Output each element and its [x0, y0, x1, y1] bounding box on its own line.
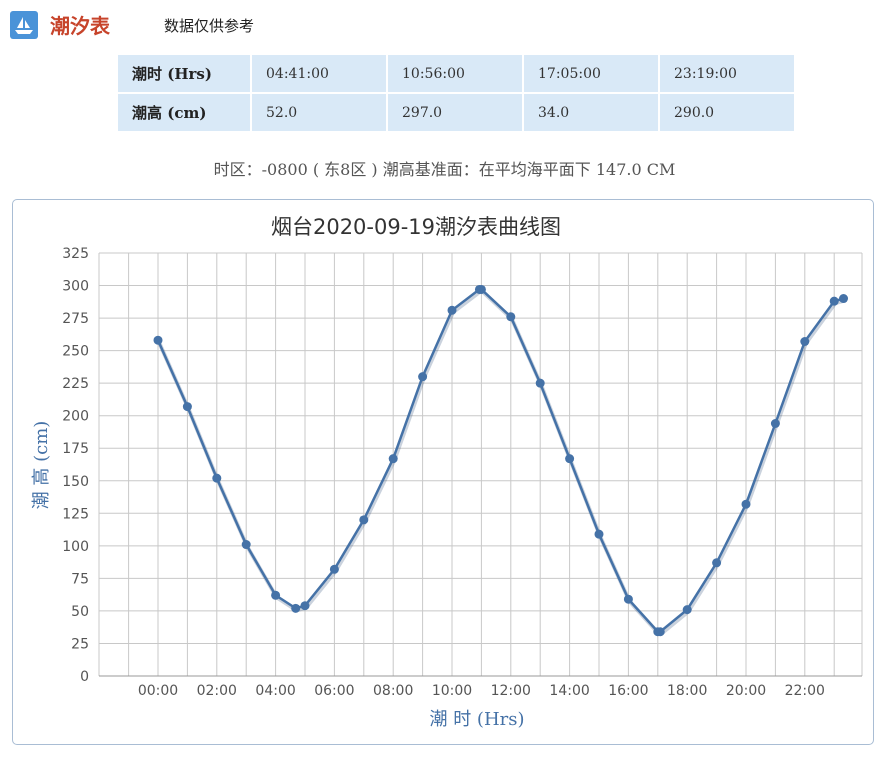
- data-point: [829, 296, 839, 306]
- data-point: [506, 312, 516, 322]
- data-point: [770, 419, 780, 429]
- data-point: [359, 515, 369, 525]
- series-line-shadow: [157, 289, 846, 636]
- data-point: [212, 473, 222, 483]
- data-point: [182, 402, 192, 412]
- x-tick-label: 02:00: [197, 683, 237, 699]
- data-point: [476, 284, 486, 294]
- y-tick-label: 0: [80, 669, 89, 685]
- y-tick-label: 50: [71, 604, 89, 620]
- x-tick-label: 00:00: [138, 683, 178, 699]
- data-point: [388, 454, 398, 464]
- data-point: [682, 605, 692, 615]
- data-point: [712, 558, 722, 568]
- x-tick-label: 20:00: [726, 683, 766, 699]
- x-tick-label: 14:00: [549, 683, 589, 699]
- y-tick-label: 200: [62, 409, 89, 425]
- x-tick-label: 06:00: [314, 683, 354, 699]
- y-tick-label: 125: [62, 506, 89, 522]
- data-point: [271, 590, 281, 600]
- y-tick-label: 225: [62, 376, 89, 392]
- y-tick-label: 300: [62, 279, 89, 295]
- x-tick-label: 22:00: [785, 683, 825, 699]
- data-point: [291, 603, 301, 613]
- y-tick-label: 25: [71, 636, 89, 652]
- chart-title: 烟台2020-09-19潮汐表曲线图: [271, 215, 561, 239]
- x-tick-label: 18:00: [667, 683, 707, 699]
- data-point: [839, 294, 849, 304]
- x-tick-label: 12:00: [491, 683, 531, 699]
- data-point: [535, 378, 545, 388]
- data-point: [594, 529, 604, 539]
- y-tick-label: 250: [62, 344, 89, 360]
- data-point: [741, 499, 751, 509]
- y-tick-label: 175: [62, 441, 89, 457]
- tide-chart: 0 25 50 75 100 125 150 175 200 225 250 275 300 325 00:…: [31, 215, 863, 730]
- data-point: [300, 601, 310, 611]
- data-point: [329, 564, 339, 574]
- y-tick-label: 325: [62, 246, 89, 262]
- x-tick-label: 04:00: [255, 683, 295, 699]
- data-point: [655, 627, 665, 637]
- data-point: [623, 594, 633, 604]
- y-tick-label: 100: [62, 539, 89, 555]
- x-tick-label: 16:00: [608, 683, 648, 699]
- data-point: [447, 305, 457, 315]
- x-tick-label: 08:00: [373, 683, 413, 699]
- data-point: [153, 335, 163, 345]
- data-point: [800, 337, 810, 347]
- x-axis-label: 潮 时 (Hrs): [429, 709, 524, 730]
- series-line: [156, 288, 844, 633]
- x-tick-label: 10:00: [432, 683, 472, 699]
- data-point: [241, 540, 251, 550]
- data-point: [418, 372, 428, 382]
- data-point: [565, 454, 575, 464]
- y-tick-label: 150: [62, 474, 89, 490]
- y-tick-label: 275: [62, 311, 89, 327]
- y-axis-label: 潮 高 (cm): [31, 421, 52, 510]
- y-tick-label: 75: [71, 571, 89, 587]
